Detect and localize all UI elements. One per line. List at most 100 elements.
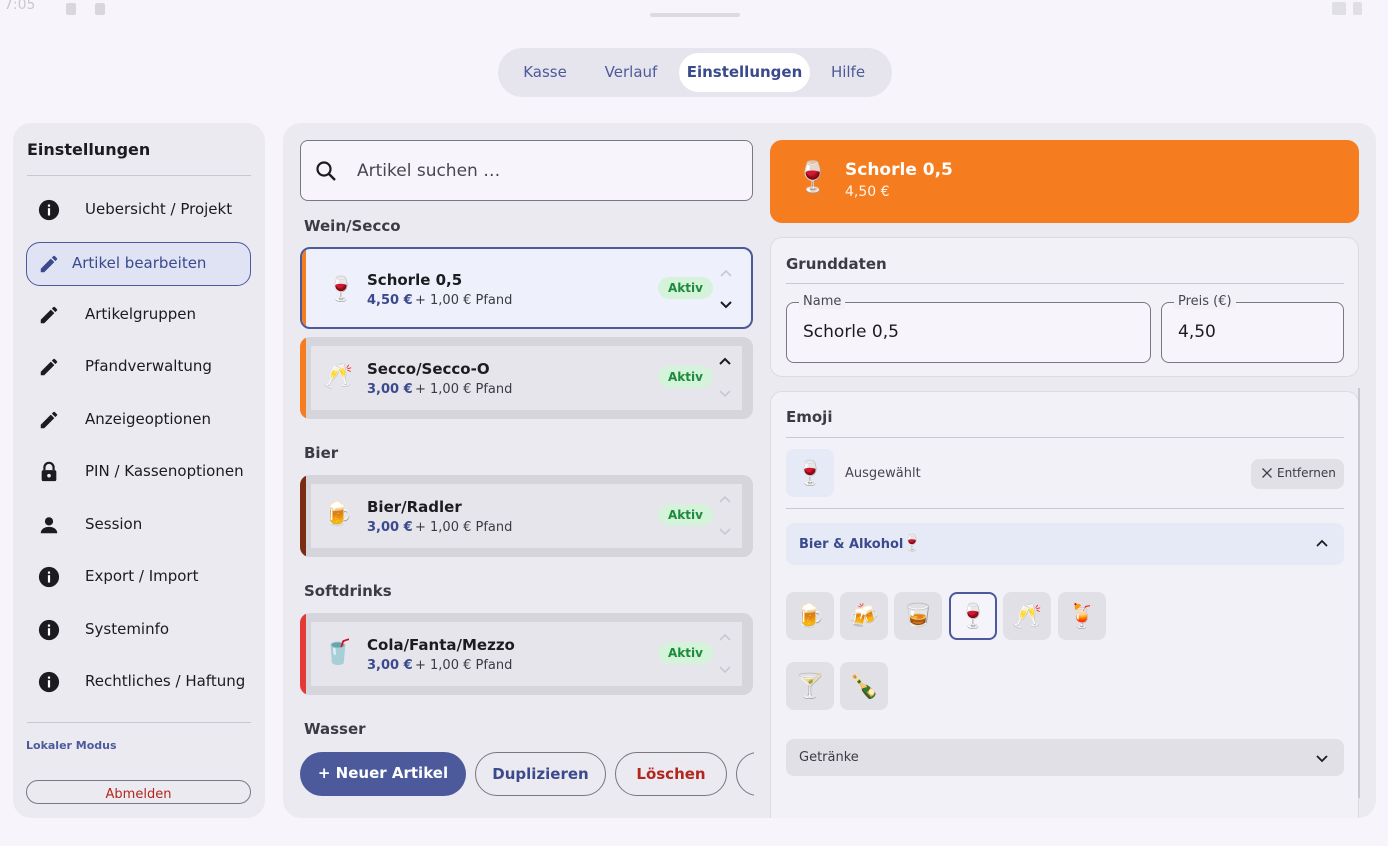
- section-title: Grunddaten: [786, 255, 887, 273]
- move-up-icon[interactable]: [718, 266, 734, 282]
- sidebar-divider: [27, 722, 251, 723]
- emoji-option[interactable]: 🍺: [786, 592, 834, 640]
- article-deposit: + 1,00 € Pfand: [415, 658, 513, 673]
- selected-label: Ausgewählt: [845, 466, 921, 481]
- sidebar-item-label: Session: [85, 515, 143, 533]
- article-emoji: 🍺: [323, 500, 353, 528]
- sidebar-divider: [27, 175, 251, 176]
- emoji-option[interactable]: 🥂: [1003, 592, 1051, 640]
- price-field[interactable]: Preis (€) 4,50: [1161, 294, 1344, 363]
- category-bier-alkohol[interactable]: Bier & Alkohol 🍷: [786, 523, 1344, 565]
- sidebar-item-export-import[interactable]: Export / Import: [26, 555, 251, 599]
- search-placeholder: Artikel suchen …: [357, 161, 501, 181]
- sidebar-item-anzeigeoptionen[interactable]: Anzeigeoptionen: [26, 398, 251, 442]
- sidebar-item-artikel-bearbeiten[interactable]: Artikel bearbeiten: [26, 242, 251, 286]
- sidebar-item-pin-kassenoptionen[interactable]: PIN / Kassenoptionen: [26, 450, 251, 494]
- delete-button[interactable]: Löschen: [615, 752, 727, 796]
- move-down-icon[interactable]: [718, 296, 734, 312]
- sidebar-item-label: Systeminfo: [85, 620, 170, 638]
- emoji-option[interactable]: 🍻: [840, 592, 888, 640]
- article-card[interactable]: 🍷 Schorle 0,5 4,50 € + 1,00 € Pfand Akti…: [300, 247, 753, 329]
- search-input[interactable]: Artikel suchen …: [300, 140, 753, 201]
- sidebar-item-label: Anzeigeoptionen: [85, 410, 211, 428]
- sidebar-item-artikelgruppen[interactable]: Artikelgruppen: [26, 293, 251, 337]
- group-label: Wasser: [304, 720, 366, 738]
- article-name: Bier/Radler: [367, 498, 462, 516]
- notification-icon: [66, 3, 76, 15]
- group-label: Softdrinks: [304, 582, 392, 600]
- move-up-icon[interactable]: [717, 630, 733, 646]
- move-down-icon[interactable]: [717, 523, 733, 539]
- wifi-icon: [1332, 2, 1346, 15]
- section-divider: [786, 283, 1344, 284]
- info-icon: [38, 199, 60, 221]
- article-card[interactable]: 🥂 Secco/Secco-O 3,00 € + 1,00 € Pfand Ak…: [300, 337, 753, 419]
- article-deposit: + 1,00 € Pfand: [415, 293, 513, 308]
- article-card[interactable]: 🥤 Cola/Fanta/Mezzo 3,00 € + 1,00 € Pfand…: [300, 613, 753, 695]
- pencil-icon: [40, 411, 58, 429]
- sidebar-item-session[interactable]: Session: [26, 503, 251, 547]
- emoji-section: Emoji 🍷 Ausgewählt Entfernen Bier & Alko…: [770, 391, 1359, 818]
- move-up-icon[interactable]: [717, 492, 733, 508]
- group-color-stripe: [300, 337, 306, 419]
- tab-kasse[interactable]: Kasse: [506, 53, 584, 92]
- article-name: Cola/Fanta/Mezzo: [367, 636, 515, 654]
- sidebar-item-pfandverwaltung[interactable]: Pfandverwaltung: [26, 345, 251, 389]
- mode-label: Lokaler Modus: [26, 739, 117, 752]
- sidebar-item-label: Uebersicht / Projekt: [85, 200, 233, 218]
- tab-einstellungen[interactable]: Einstellungen: [679, 53, 810, 92]
- settings-sidebar: Einstellungen Uebersicht / Projekt Artik…: [13, 123, 265, 818]
- name-field[interactable]: Name Schorle 0,5: [786, 294, 1151, 363]
- article-editor-panel: Artikel suchen … Wein/Secco 🍷 Schorle 0,…: [283, 123, 1376, 818]
- sidebar-item-systeminfo[interactable]: Systeminfo: [26, 608, 251, 652]
- info-icon: [38, 619, 60, 641]
- emoji-option[interactable]: 🍸: [786, 662, 834, 710]
- status-badge: Aktiv: [658, 366, 713, 388]
- section-divider: [786, 437, 1344, 438]
- info-icon: [38, 671, 60, 693]
- remove-emoji-button[interactable]: Entfernen: [1251, 459, 1344, 489]
- article-price: 4,50 €: [845, 184, 890, 200]
- sidebar-item-label: Rechtliches / Haftung: [85, 672, 246, 690]
- article-emoji: 🥂: [323, 362, 353, 390]
- sidebar-item-rechtliches[interactable]: Rechtliches / Haftung: [26, 660, 251, 704]
- scrollbar[interactable]: [1358, 388, 1360, 798]
- sidebar-item-label: Artikel bearbeiten: [72, 254, 207, 272]
- top-tab-bar: Kasse Verlauf Einstellungen Hilfe: [498, 48, 892, 97]
- tab-verlauf[interactable]: Verlauf: [591, 53, 671, 92]
- article-name: Schorle 0,5: [367, 271, 463, 289]
- move-up-icon[interactable]: [717, 354, 733, 370]
- emoji-option[interactable]: 🍾: [840, 662, 888, 710]
- drag-handle[interactable]: [650, 13, 740, 17]
- article-title: Schorle 0,5: [845, 160, 953, 180]
- move-down-icon[interactable]: [717, 385, 733, 401]
- price-field-value: 4,50: [1178, 322, 1216, 342]
- move-down-icon[interactable]: [717, 661, 733, 677]
- article-emoji: 🥤: [323, 638, 353, 666]
- sidebar-item-uebersicht[interactable]: Uebersicht / Projekt: [26, 188, 251, 232]
- emoji-option[interactable]: 🍹: [1058, 592, 1106, 640]
- article-price: 3,00 €: [367, 520, 413, 535]
- section-divider: [786, 508, 1344, 509]
- emoji-option-selected[interactable]: 🍷: [949, 592, 997, 640]
- new-article-button[interactable]: + Neuer Artikel: [300, 752, 466, 796]
- article-card[interactable]: 🍺 Bier/Radler 3,00 € + 1,00 € Pfand Akti…: [300, 475, 753, 557]
- battery-saver-icon: [95, 3, 105, 15]
- article-emoji: 🍷: [794, 160, 832, 195]
- pencil-icon: [40, 306, 58, 324]
- logout-label: Abmelden: [105, 787, 172, 802]
- tab-hilfe[interactable]: Hilfe: [818, 53, 878, 92]
- article-price: 3,00 €: [367, 658, 413, 673]
- category-getraenke[interactable]: Getränke: [786, 739, 1344, 776]
- sidebar-item-label: Export / Import: [85, 567, 199, 585]
- logout-button[interactable]: Abmelden: [26, 780, 251, 804]
- group-label: Bier: [304, 444, 339, 462]
- status-bar: 7:05: [0, 0, 1388, 20]
- duplicate-button[interactable]: Duplizieren: [475, 752, 606, 796]
- article-price: 3,00 €: [367, 382, 413, 397]
- group-color-stripe: [300, 613, 306, 695]
- category-emoji: 🍷: [902, 533, 922, 552]
- remove-label: Entfernen: [1277, 466, 1336, 480]
- group-color-stripe: [302, 249, 306, 327]
- emoji-option[interactable]: 🥃: [894, 592, 942, 640]
